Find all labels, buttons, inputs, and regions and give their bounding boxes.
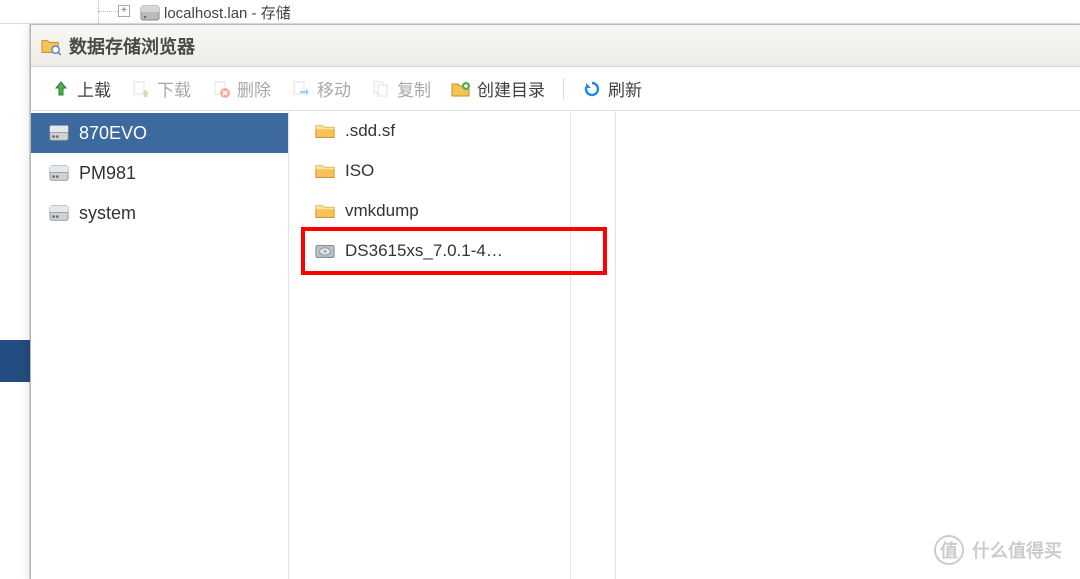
toolbar-separator	[563, 78, 564, 100]
window-title: 数据存储浏览器	[69, 33, 195, 59]
datastore-icon	[49, 123, 69, 143]
upload-icon	[51, 79, 71, 99]
delete-icon	[211, 79, 231, 99]
delete-button: 删除	[203, 72, 279, 105]
datastore-icon	[49, 163, 69, 183]
download-button: 下载	[123, 72, 199, 105]
move-label: 移动	[317, 76, 351, 101]
file-list-item[interactable]: ISO	[289, 151, 1080, 191]
datastore-icon	[140, 3, 160, 23]
file-name-label: .sdd.sf	[345, 121, 395, 141]
copy-icon	[371, 79, 391, 99]
download-icon	[131, 79, 151, 99]
datastore-item-label: 870EVO	[79, 123, 147, 144]
folder-icon	[315, 121, 335, 141]
datastore-item[interactable]: 870EVO	[31, 113, 288, 153]
upload-button[interactable]: 上载	[43, 72, 119, 105]
tree-guide-branch	[98, 11, 118, 12]
download-label: 下载	[157, 76, 191, 101]
browser-window-icon	[41, 36, 61, 56]
background-left-selection	[0, 340, 30, 382]
refresh-button[interactable]: 刷新	[574, 72, 650, 105]
datastore-item-label: PM981	[79, 163, 136, 184]
tree-expand-icon[interactable]: +	[118, 5, 130, 17]
copy-label: 复制	[397, 76, 431, 101]
body-split: 870EVO PM981	[31, 111, 1080, 579]
folder-icon	[315, 201, 335, 221]
folder-icon	[315, 161, 335, 181]
refresh-icon	[582, 79, 602, 99]
refresh-label: 刷新	[608, 76, 642, 101]
background-tree-row: + localhost.lan - 存储	[0, 0, 1080, 24]
file-list-item[interactable]: .sdd.sf	[289, 111, 1080, 151]
move-button: 移动	[283, 72, 359, 105]
new-folder-icon	[451, 79, 471, 99]
copy-button: 复制	[363, 72, 439, 105]
background-tree-node[interactable]: localhost.lan - 存储	[140, 2, 291, 23]
upload-label: 上载	[77, 76, 111, 101]
new-folder-label: 创建目录	[477, 76, 545, 101]
file-name-label: ISO	[345, 161, 374, 181]
datastore-browser-window: 数据存储浏览器 上载 下载	[30, 24, 1080, 579]
background-tree-node-label: localhost.lan - 存储	[164, 2, 291, 23]
file-list-pane: .sdd.sf ISO vmkdump	[289, 111, 1080, 579]
datastore-tree-pane: 870EVO PM981	[31, 111, 289, 579]
file-name-label: vmkdump	[345, 201, 419, 221]
background-left-stub	[0, 24, 30, 579]
file-name-label: DS3615xs_7.0.1-4…	[345, 241, 503, 261]
datastore-item[interactable]: PM981	[31, 153, 288, 193]
window-titlebar: 数据存储浏览器	[31, 25, 1080, 67]
file-list-item[interactable]: DS3615xs_7.0.1-4…	[289, 231, 1080, 271]
toolbar: 上载 下载 删除	[31, 67, 1080, 111]
new-folder-button[interactable]: 创建目录	[443, 72, 553, 105]
disk-image-icon	[315, 241, 335, 261]
datastore-icon	[49, 203, 69, 223]
datastore-item[interactable]: system	[31, 193, 288, 233]
delete-label: 删除	[237, 76, 271, 101]
file-list-item[interactable]: vmkdump	[289, 191, 1080, 231]
datastore-item-label: system	[79, 203, 136, 224]
move-icon	[291, 79, 311, 99]
